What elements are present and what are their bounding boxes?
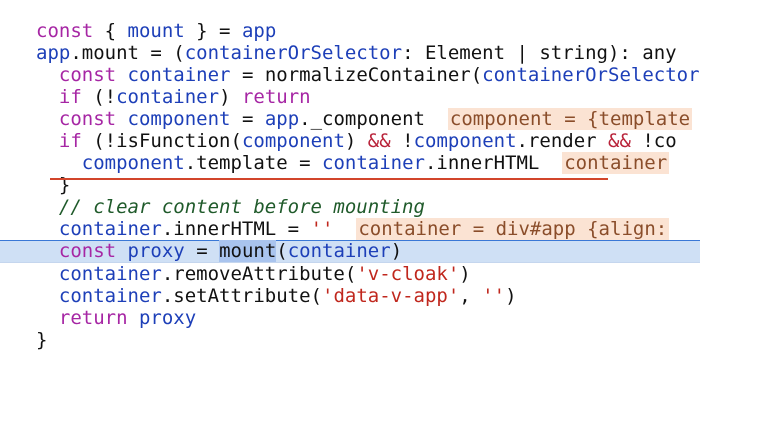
code-line[interactable]: component.template = container.innerHTML…	[0, 152, 700, 174]
identifier-token: container	[58, 263, 162, 285]
code-text: .setAttribute(	[161, 285, 322, 307]
code-line[interactable]: // clear content before mounting	[0, 196, 700, 218]
inline-value-hint: container = div#app {align:	[356, 218, 670, 240]
code-text: !co	[630, 130, 677, 152]
code-line[interactable]: container.removeAttribute('v-cloak')	[0, 263, 700, 285]
code-line[interactable]: const { mount } = app	[0, 20, 700, 42]
string-token: ''	[310, 218, 334, 240]
keyword-token: const	[36, 20, 94, 42]
code-text: ._component	[299, 108, 448, 130]
string-token: 'data-v-app'	[322, 285, 460, 307]
keyword-token: if	[58, 86, 82, 108]
string-token: ''	[482, 285, 506, 307]
code-line[interactable]: if (!isFunction(component) && !component…	[0, 130, 700, 152]
identifier-token: component	[81, 152, 185, 174]
identifier-token: containerOrSelector	[184, 42, 403, 64]
identifier-token: container	[116, 86, 220, 108]
identifier-token: component	[241, 130, 345, 152]
code-line[interactable]: container.setAttribute('data-v-app', '')	[0, 285, 700, 307]
comment-token: // clear content before mounting	[58, 196, 425, 218]
code-line[interactable]: container.innerHTML = '' container = div…	[0, 218, 700, 240]
operator-token: &&	[367, 130, 391, 152]
code-text: }	[36, 329, 48, 351]
code-text: )	[344, 130, 368, 152]
code-text: (	[276, 240, 288, 262]
current-line[interactable]: const proxy = mount(container)	[0, 240, 700, 263]
identifier-token: container	[287, 240, 391, 262]
code-text: = normalizeContainer(	[230, 64, 483, 86]
code-text: )	[219, 86, 242, 108]
code-editor[interactable]: const { mount } = app app.mount = (contai…	[0, 0, 762, 422]
code-line[interactable]: const component = app._component compone…	[0, 108, 700, 130]
identifier-token: app	[241, 20, 277, 42]
identifier-token: app	[264, 108, 300, 130]
selected-text: mount	[219, 240, 277, 262]
keyword-token: const	[58, 108, 117, 130]
identifier-token: proxy	[138, 307, 197, 329]
code-line[interactable]: if (!container) return	[0, 86, 700, 108]
code-line[interactable]: return proxy	[0, 307, 700, 329]
identifier-token: component	[127, 108, 231, 130]
code-text: =	[184, 240, 220, 262]
identifier-token: container	[58, 285, 162, 307]
code-text: ,	[459, 285, 483, 307]
code-text: )	[505, 285, 517, 307]
keyword-token: if	[58, 130, 82, 152]
code-text: .removeAttribute(	[161, 263, 357, 285]
code-text: (!isFunction(	[81, 130, 242, 152]
code-text: )	[459, 263, 471, 285]
keyword-token: const	[58, 240, 117, 262]
string-token: 'v-cloak'	[356, 263, 460, 285]
inline-value-hint: component = {template	[447, 108, 693, 130]
keyword-token: return	[241, 86, 311, 108]
identifier-token: container	[322, 152, 425, 174]
identifier-token: component	[413, 130, 517, 152]
code-text: } =	[184, 20, 242, 42]
code-text: {	[93, 20, 128, 42]
identifier-token: containerOrSelector	[482, 64, 700, 86]
identifier-token: proxy	[127, 240, 185, 262]
keyword-token: const	[58, 64, 117, 86]
code-text: (!	[81, 86, 117, 108]
operator-token: &&	[608, 130, 631, 152]
code-text: : Element | string): any	[402, 42, 677, 64]
code-line[interactable]: app.mount = (containerOrSelector: Elemen…	[0, 42, 700, 64]
keyword-token: return	[58, 307, 128, 329]
code-text: .mount = (	[70, 42, 185, 64]
identifier-token: mount	[127, 20, 185, 42]
code-text: .innerHTML	[424, 152, 563, 174]
code-area[interactable]: const { mount } = app app.mount = (contai…	[0, 20, 700, 351]
code-text: =	[230, 108, 265, 130]
identifier-token: container	[127, 64, 231, 86]
inline-value-hint: container	[562, 152, 670, 174]
code-text: .render	[516, 130, 609, 152]
code-text: .innerHTML =	[161, 218, 311, 240]
code-line[interactable]: }	[0, 329, 700, 351]
code-text: !	[390, 130, 414, 152]
code-line[interactable]: const container = normalizeContainer(con…	[0, 64, 700, 86]
error-underline	[50, 178, 608, 180]
identifier-token: app	[36, 42, 71, 64]
identifier-token: container	[58, 218, 162, 240]
code-text: .template =	[184, 152, 322, 174]
code-text: )	[390, 240, 403, 262]
